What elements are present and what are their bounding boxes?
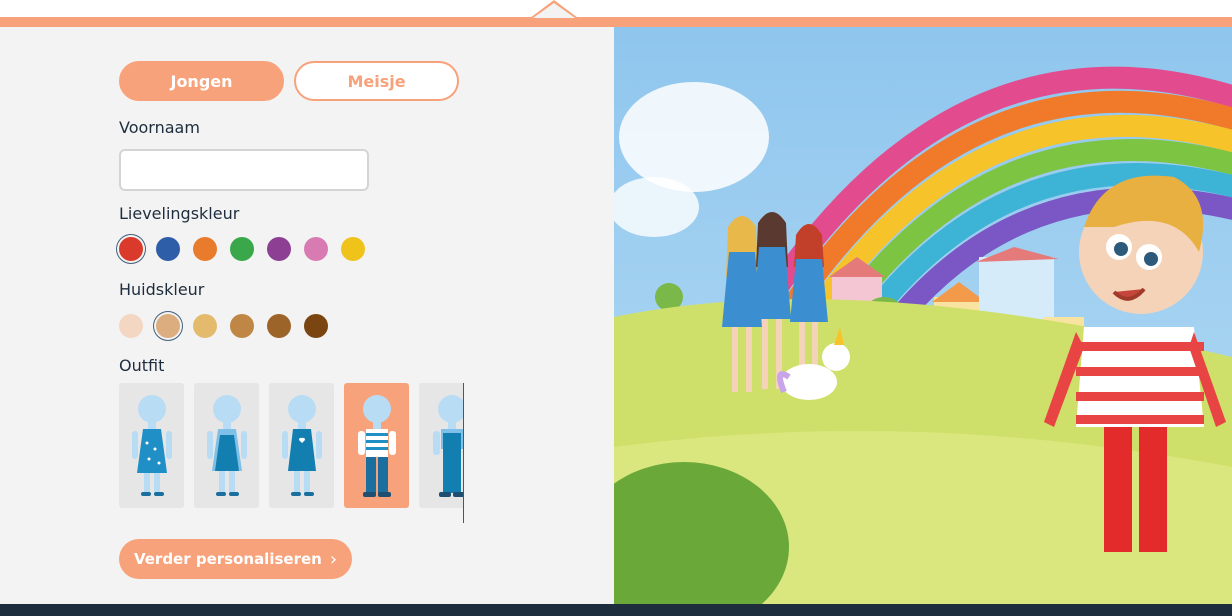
skin-color-swatch-3[interactable] (193, 314, 217, 338)
footer-bar (0, 604, 1232, 616)
outfit-carousel[interactable] (119, 383, 464, 523)
skin-color-swatch-1[interactable] (119, 314, 143, 338)
continue-personalizing-label: Verder personaliseren (133, 550, 322, 568)
outfit-option-overall[interactable] (419, 383, 463, 508)
first-name-input[interactable] (119, 149, 369, 191)
skin-color-swatches (119, 314, 341, 338)
chevron-right-icon: › (329, 548, 338, 570)
top-white-strip (0, 0, 1232, 17)
favorite-color-swatch-3[interactable] (193, 237, 217, 261)
outfit-option-dress-dotted[interactable] (119, 383, 184, 508)
top-notch-inner (533, 3, 575, 18)
top-accent-bar (0, 17, 1232, 27)
outfit-option-dress-apron[interactable] (194, 383, 259, 508)
favorite-color-swatch-5[interactable] (267, 237, 291, 261)
skin-color-swatch-5[interactable] (267, 314, 291, 338)
favorite-color-label: Lievelingskleur (119, 204, 240, 223)
rainbow-scene-image (614, 27, 1232, 604)
first-name-label: Voornaam (119, 118, 200, 137)
book-preview-illustration (614, 27, 1232, 604)
skin-color-label: Huidskleur (119, 280, 205, 299)
outfit-label: Outfit (119, 356, 165, 375)
favorite-color-swatch-4[interactable] (230, 237, 254, 261)
skin-color-swatch-4[interactable] (230, 314, 254, 338)
outfit-option-striped-shirt-jeans[interactable] (344, 383, 409, 508)
favorite-color-swatches (119, 237, 378, 261)
favorite-color-swatch-1[interactable] (119, 237, 143, 261)
gender-boy-button[interactable]: Jongen (119, 61, 284, 101)
gender-girl-button[interactable]: Meisje (294, 61, 459, 101)
continue-personalizing-button[interactable]: Verder personaliseren › (119, 539, 352, 579)
favorite-color-swatch-2[interactable] (156, 237, 180, 261)
skin-color-swatch-2[interactable] (156, 314, 180, 338)
skin-color-swatch-6[interactable] (304, 314, 328, 338)
favorite-color-swatch-6[interactable] (304, 237, 328, 261)
outfit-option-dress-heart[interactable] (269, 383, 334, 508)
favorite-color-swatch-7[interactable] (341, 237, 365, 261)
personalization-panel: Jongen Meisje Voornaam Lievelingskleur H… (0, 27, 614, 604)
